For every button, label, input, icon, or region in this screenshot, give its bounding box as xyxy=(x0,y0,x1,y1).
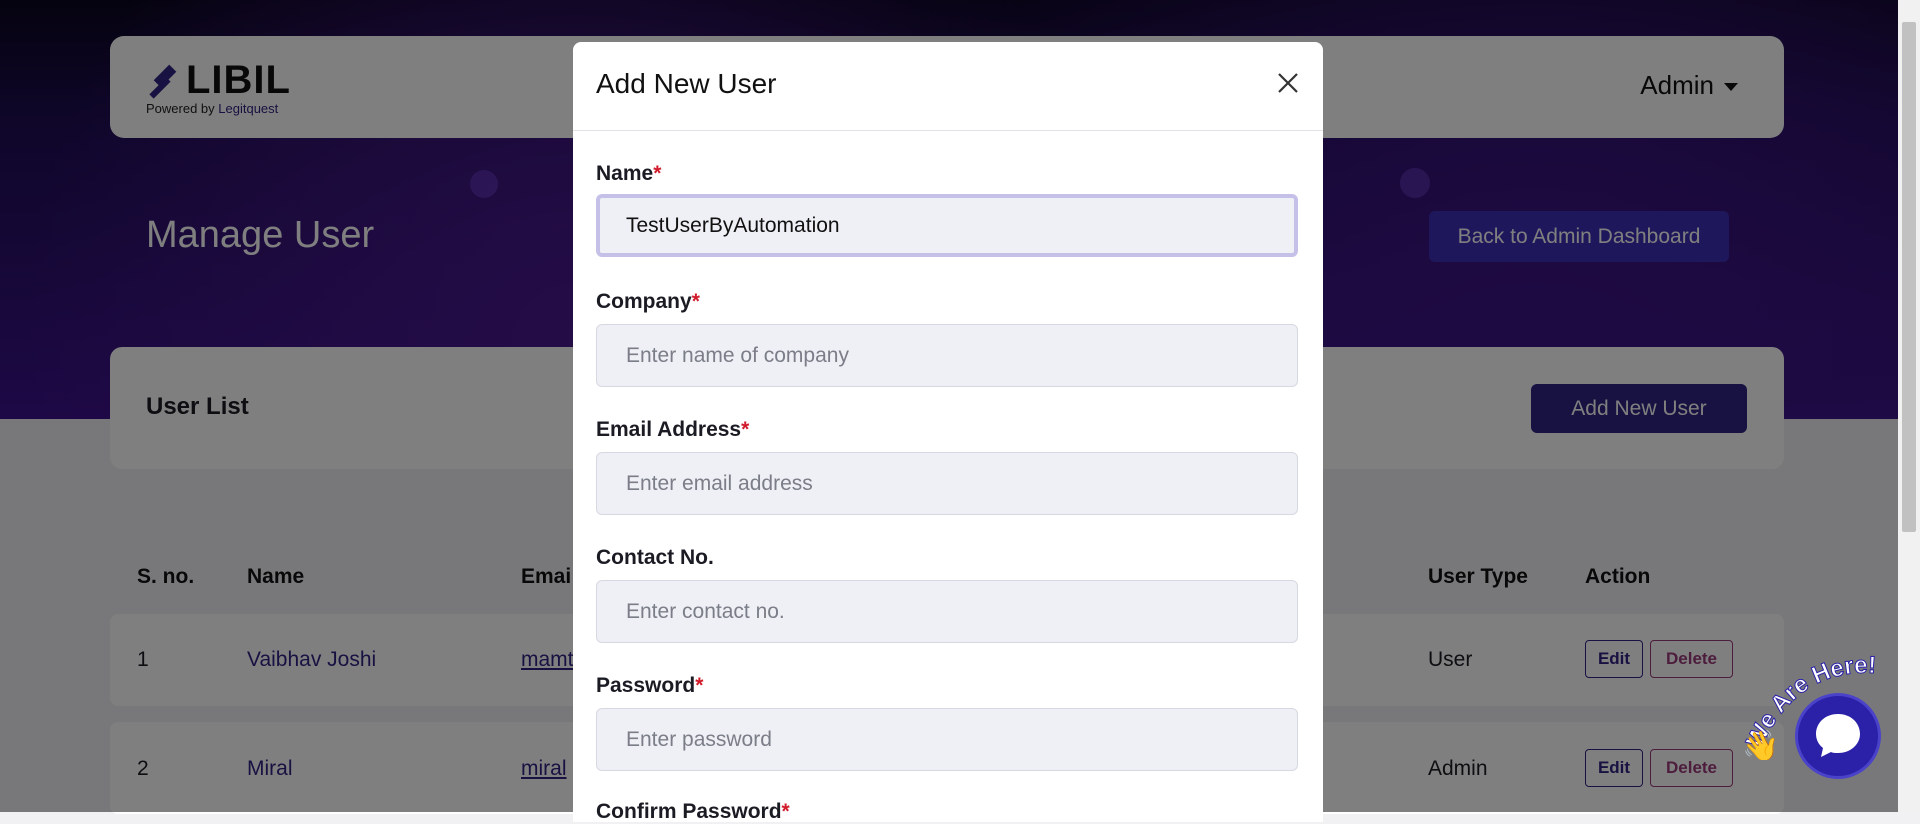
chat-button[interactable] xyxy=(1795,693,1881,779)
contact-input[interactable] xyxy=(596,580,1298,643)
email-label-text: Email Address xyxy=(596,418,742,441)
required-marker: * xyxy=(695,674,704,697)
required-marker: * xyxy=(653,162,662,185)
password-label: Password* xyxy=(596,674,703,698)
required-marker: * xyxy=(741,418,750,441)
name-input[interactable] xyxy=(596,194,1298,257)
company-label-text: Company xyxy=(596,290,692,313)
modal-title: Add New User xyxy=(596,68,777,99)
chat-icon xyxy=(1816,714,1860,757)
wave-hand-icon: 👋 xyxy=(1742,729,1779,760)
modal-header: Add New User xyxy=(573,42,1323,131)
confirm-password-label: Confirm Password* xyxy=(596,800,790,824)
email-input[interactable] xyxy=(596,452,1298,515)
contact-label-text: Contact No. xyxy=(596,546,714,569)
page-scrollbar[interactable] xyxy=(1898,0,1920,812)
scrollbar-thumb[interactable] xyxy=(1902,22,1916,532)
add-user-modal: Add New User Name* Company* Email Addres… xyxy=(573,42,1323,824)
password-input[interactable] xyxy=(596,708,1298,771)
password-label-text: Password xyxy=(596,674,696,697)
name-label: Name* xyxy=(596,162,661,186)
close-icon[interactable] xyxy=(1273,68,1303,98)
email-label: Email Address* xyxy=(596,418,749,442)
company-label: Company* xyxy=(596,290,700,314)
name-label-text: Name xyxy=(596,162,654,185)
company-input[interactable] xyxy=(596,324,1298,387)
contact-label: Contact No. xyxy=(596,546,714,570)
required-marker: * xyxy=(691,290,700,313)
